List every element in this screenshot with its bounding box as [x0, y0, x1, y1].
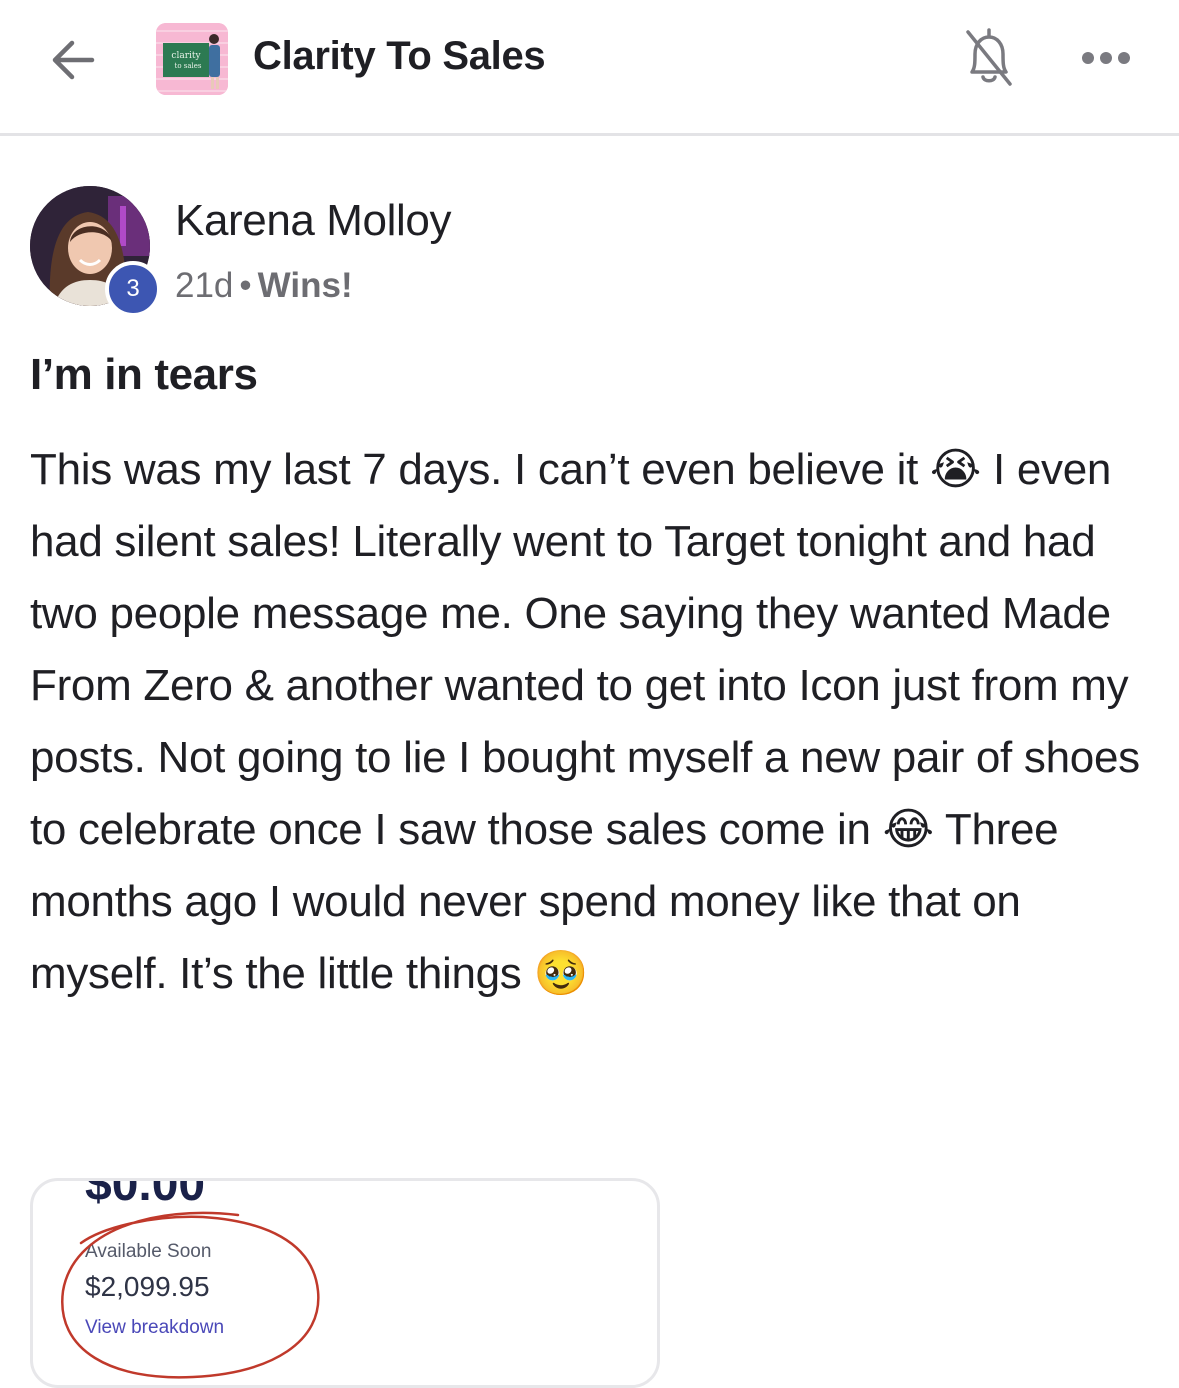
- more-options-button[interactable]: [1078, 40, 1138, 76]
- post-body-text-1: This was my last 7 days. I can’t even be…: [30, 445, 930, 494]
- level-badge: 3: [105, 261, 161, 317]
- back-arrow-icon: [52, 40, 95, 80]
- crying-face-emoji: 😭: [929, 445, 982, 494]
- post-meta: 21d • Wins!: [175, 266, 353, 306]
- back-button[interactable]: [42, 30, 106, 90]
- image-attachment[interactable]: $0.00 Available Soon $2,099.95 View brea…: [30, 1178, 660, 1388]
- more-icon: [1082, 52, 1130, 64]
- circle-annotation: [61, 1211, 320, 1379]
- post-category[interactable]: Wins!: [258, 266, 353, 305]
- top-app-bar: clarity to sales Clarity To Sales: [0, 0, 1179, 136]
- post-time: 21d: [175, 266, 234, 305]
- logo-text-top: clarity: [171, 51, 201, 61]
- post-title: I’m in tears: [30, 350, 258, 399]
- group-logo[interactable]: clarity to sales: [156, 23, 228, 95]
- post-body-text-2: I even had silent sales! Literally went …: [30, 445, 1140, 854]
- logo-text-bottom: to sales: [175, 62, 202, 70]
- bell-off-icon: [966, 28, 1012, 86]
- group-title[interactable]: Clarity To Sales: [253, 34, 546, 79]
- pleading-face-emoji: 🥹: [533, 949, 588, 998]
- meta-separator: •: [239, 266, 252, 305]
- post-body: This was my last 7 days. I can’t even be…: [30, 434, 1160, 1010]
- notifications-button[interactable]: [958, 24, 1020, 92]
- laughing-face-emoji: 😂: [882, 805, 934, 854]
- author-name[interactable]: Karena Molloy: [175, 196, 451, 246]
